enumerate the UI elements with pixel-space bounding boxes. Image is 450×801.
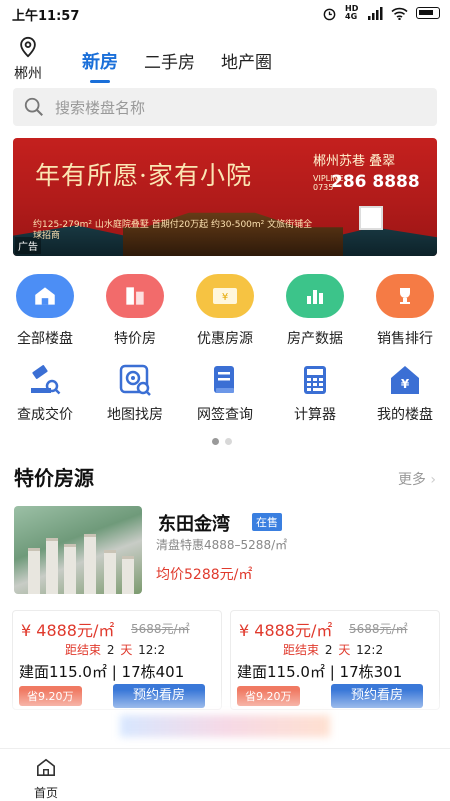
nav-home-label: 首页 xyxy=(33,786,58,800)
menu-calculator[interactable]: 计算器 xyxy=(270,360,360,424)
menu-all-projects[interactable]: 全部楼盘 xyxy=(0,274,90,348)
unit-price: ¥ 4888元/㎡ xyxy=(21,621,115,640)
search-bar[interactable]: 搜索楼盘名称 xyxy=(13,88,437,126)
menu-map-search[interactable]: 地图找房 xyxy=(90,360,180,424)
banner-brand: 郴州苏巷 叠翠 xyxy=(313,154,396,169)
coupon-icon: ¥ xyxy=(196,274,254,318)
bar-chart-icon xyxy=(286,274,344,318)
status-badge: 在售 xyxy=(252,513,282,531)
menu-label: 特价房 xyxy=(114,331,156,347)
countdown-time: 12:2 xyxy=(138,643,166,657)
tab-new-house[interactable]: 新房 xyxy=(82,48,118,83)
menu-contract-query[interactable]: 网签查询 xyxy=(180,360,270,424)
bottom-nav: 首页 xyxy=(0,748,450,800)
alarm-icon xyxy=(323,8,336,20)
countdown: 距结束 2 天 12:2 xyxy=(283,641,385,658)
building-icon xyxy=(106,274,164,318)
nav-home[interactable]: 首页 xyxy=(26,757,66,801)
home-nav-icon xyxy=(37,758,55,776)
status-icons: HD 4G xyxy=(322,5,440,21)
menu-transaction-price[interactable]: 查成交价 xyxy=(0,360,90,424)
menu-sales-ranking[interactable]: 销售排行 xyxy=(360,274,450,348)
tower xyxy=(64,544,76,594)
tower xyxy=(84,534,96,594)
more-label: 更多 xyxy=(397,472,426,488)
calculator-icon xyxy=(295,360,335,400)
countdown: 距结束 2 天 12:2 xyxy=(65,641,167,658)
qr-code-icon xyxy=(359,206,383,230)
banner-phone: 286 8888 xyxy=(331,172,420,192)
project-card[interactable]: 东田金湾 在售 清盘特惠4888–5288/㎡ 均价5288元/㎡ xyxy=(14,506,436,594)
city-name: 郴州 xyxy=(14,66,42,82)
countdown-label: 距结束 xyxy=(65,643,102,657)
status-time: 上午11:57 xyxy=(12,9,80,24)
project-name: 东田金湾 xyxy=(158,514,230,535)
trophy-icon xyxy=(376,274,434,318)
menu-label: 销售排行 xyxy=(377,331,433,347)
menu-property-data[interactable]: 房产数据 xyxy=(270,274,360,348)
menu-label: 房产数据 xyxy=(287,331,343,347)
tower xyxy=(28,548,40,594)
contract-icon xyxy=(205,360,245,400)
chevron-right-icon: › xyxy=(430,472,436,488)
main-tabs: 新房 二手房 地产圈 xyxy=(82,48,272,83)
my-home-icon: ¥ xyxy=(385,360,425,400)
menu-label: 查成交价 xyxy=(17,407,73,423)
menu-my-projects[interactable]: ¥ 我的楼盘 xyxy=(360,360,450,424)
countdown-unit: 天 xyxy=(120,643,133,657)
tower xyxy=(46,538,58,594)
unit-original-price: 5688元/㎡ xyxy=(131,622,190,636)
project-avg-price: 均价5288元/㎡ xyxy=(156,567,253,583)
home-icon xyxy=(16,274,74,318)
banner-slogan: 年有所愿·家有小院 xyxy=(35,161,252,190)
tab-real-estate-circle[interactable]: 地产圈 xyxy=(221,48,272,74)
search-icon xyxy=(24,97,43,116)
countdown-days: 2 xyxy=(324,643,333,657)
top-bar: 郴州 新房 二手房 地产圈 xyxy=(0,34,450,84)
menu-label: 地图找房 xyxy=(107,407,163,423)
pager-dots xyxy=(212,438,232,445)
menu-label: 计算器 xyxy=(294,407,336,423)
unit-price: ¥ 4888元/㎡ xyxy=(239,621,333,640)
scroll-fade-glow xyxy=(120,715,330,737)
battery-icon xyxy=(416,7,440,19)
menu-discount-listings[interactable]: ¥ 优惠房源 xyxy=(180,274,270,348)
countdown-time: 12:2 xyxy=(356,643,384,657)
menu-special-price[interactable]: 特价房 xyxy=(90,274,180,348)
tab-second-hand[interactable]: 二手房 xyxy=(144,48,195,74)
tower xyxy=(122,556,134,594)
section-title: 特价房源 xyxy=(14,466,94,490)
unit-spec: 建面115.0㎡ | 17栋401 xyxy=(19,663,185,681)
svg-text:¥: ¥ xyxy=(401,377,410,391)
pager-dot xyxy=(225,438,232,445)
search-placeholder: 搜索楼盘名称 xyxy=(55,98,146,117)
signal-icon xyxy=(368,6,383,20)
countdown-label: 距结束 xyxy=(283,643,320,657)
countdown-days: 2 xyxy=(106,643,115,657)
menu-label: 我的楼盘 xyxy=(377,407,433,423)
unit-original-price: 5688元/㎡ xyxy=(349,622,408,636)
unit-spec: 建面115.0㎡ | 17栋301 xyxy=(237,663,403,681)
map-search-icon xyxy=(115,360,155,400)
project-desc: 清盘特惠4888–5288/㎡ xyxy=(156,538,288,552)
pager-dot-active xyxy=(212,438,219,445)
city-selector[interactable]: 郴州 xyxy=(12,36,44,83)
ad-tag: 广告 xyxy=(15,237,41,254)
menu-label: 网签查询 xyxy=(197,407,253,423)
menu-label: 优惠房源 xyxy=(197,331,253,347)
banner-subtext: 约125-279m² 山水庭院叠墅 首期付20万起 约30-500m² 文旅街铺… xyxy=(33,220,313,241)
location-pin-icon xyxy=(20,36,36,58)
wifi-icon xyxy=(391,7,408,20)
promo-banner[interactable]: 年有所愿·家有小院 约125-279m² 山水庭院叠墅 首期付20万起 约30-… xyxy=(13,138,437,256)
project-image xyxy=(14,506,142,594)
status-bar: 上午11:57 HD 4G xyxy=(0,0,450,26)
countdown-unit: 天 xyxy=(338,643,351,657)
more-link[interactable]: 更多 › xyxy=(398,469,436,489)
network-label: HD 4G xyxy=(345,4,359,21)
menu-label: 全部楼盘 xyxy=(17,331,73,347)
gavel-icon xyxy=(25,360,65,400)
tower xyxy=(104,550,116,594)
svg-text:¥: ¥ xyxy=(222,292,228,303)
